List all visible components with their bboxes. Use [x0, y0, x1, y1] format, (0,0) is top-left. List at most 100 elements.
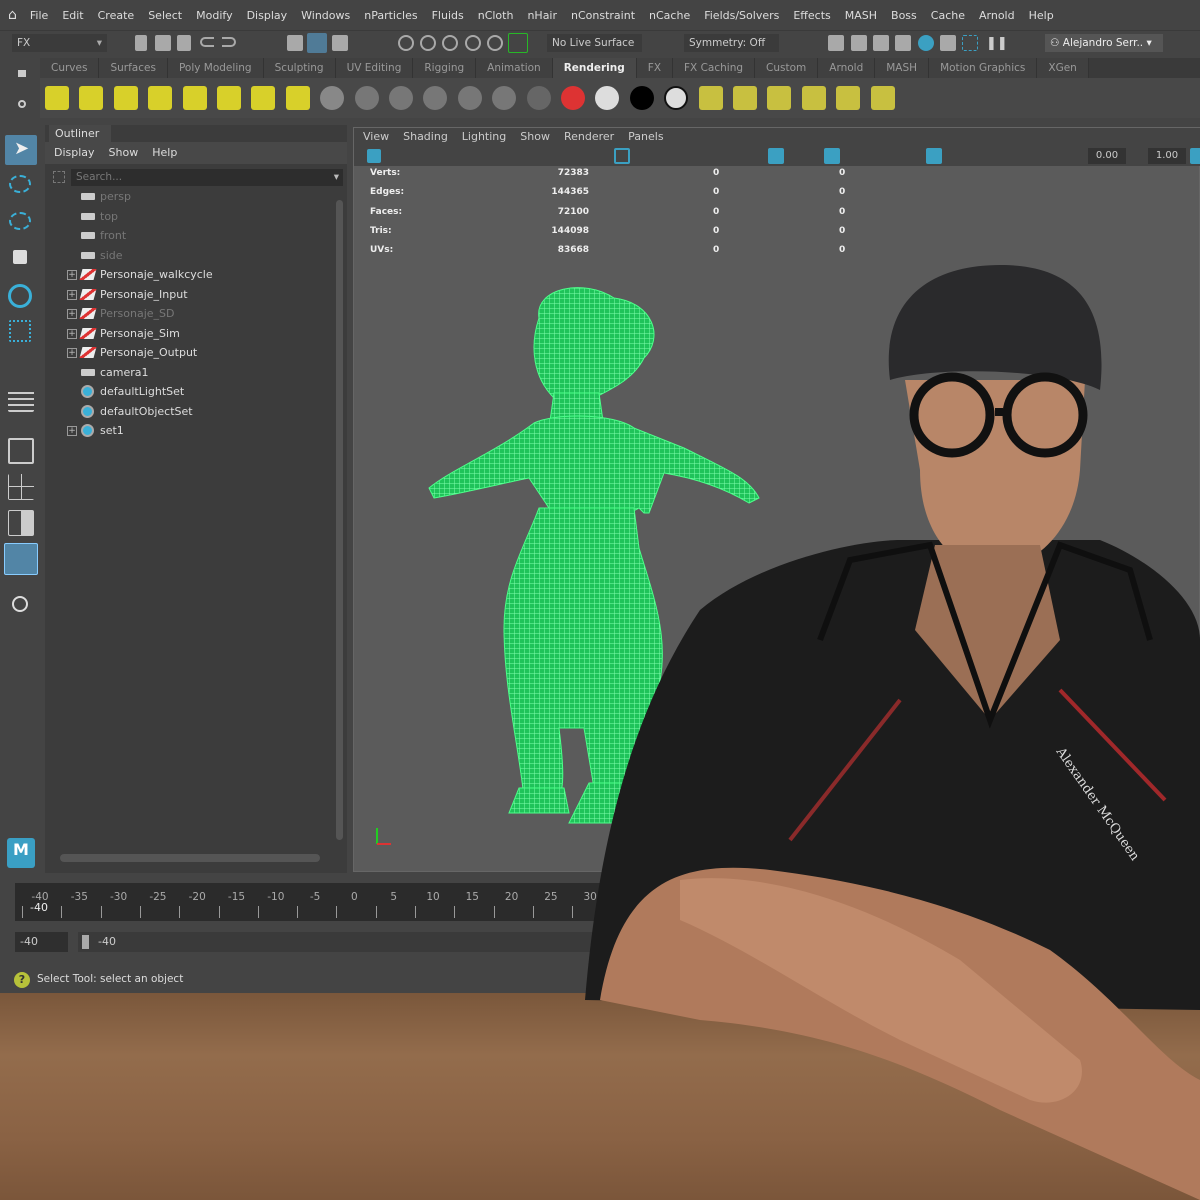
- snap-point-icon[interactable]: [442, 35, 458, 51]
- batch-render-icon[interactable]: [733, 86, 757, 110]
- four-view-icon[interactable]: [8, 474, 34, 500]
- outliner-tab[interactable]: Outliner: [49, 125, 111, 142]
- outliner-item[interactable]: side: [45, 246, 335, 265]
- shelf-tab-mash[interactable]: MASH: [875, 58, 930, 78]
- menu-cache[interactable]: Cache: [924, 9, 972, 22]
- expand-icon[interactable]: +: [67, 328, 77, 339]
- menu-windows[interactable]: Windows: [294, 9, 357, 22]
- blinn-sphere-icon[interactable]: [320, 86, 345, 110]
- start-frame-field[interactable]: -40: [15, 932, 68, 952]
- user-account-button[interactable]: ⚇ Alejandro Serr.. ▾: [1045, 34, 1163, 52]
- area-light-icon[interactable]: [182, 86, 207, 110]
- light-linking-icon[interactable]: [285, 86, 310, 110]
- last-tool-icon[interactable]: [8, 388, 34, 412]
- cancel-batch-icon[interactable]: [767, 86, 792, 110]
- outliner-item[interactable]: + Personaje_Output: [45, 343, 335, 362]
- new-scene-icon[interactable]: [135, 35, 147, 51]
- menu-fluids[interactable]: Fluids: [425, 9, 471, 22]
- menu-effects[interactable]: Effects: [786, 9, 837, 22]
- menu-ncloth[interactable]: nCloth: [471, 9, 521, 22]
- layered-shader-icon[interactable]: [492, 86, 517, 110]
- menu-display[interactable]: Display: [240, 9, 295, 22]
- menu-fieldssolvers[interactable]: Fields/Solvers: [697, 9, 786, 22]
- phong-sphere-icon[interactable]: [389, 86, 413, 110]
- shelf-menu-icon[interactable]: [18, 100, 26, 108]
- camera-aim-icon[interactable]: [251, 86, 276, 110]
- outlined-sphere-icon[interactable]: [664, 86, 689, 110]
- expand-icon[interactable]: +: [67, 289, 77, 300]
- shelf-tab-motion-graphics[interactable]: Motion Graphics: [929, 58, 1038, 78]
- outliner-menu-help[interactable]: Help: [152, 142, 177, 164]
- shelf-tab-uv-editing[interactable]: UV Editing: [335, 58, 414, 78]
- directional-light-icon[interactable]: [79, 86, 104, 110]
- shelf-tab-custom[interactable]: Custom: [755, 58, 819, 78]
- search-icon[interactable]: [12, 596, 28, 612]
- render-view-icon[interactable]: [918, 35, 934, 51]
- render-script-icon[interactable]: [836, 86, 861, 110]
- two-view-icon[interactable]: [8, 510, 34, 536]
- select-tool-icon[interactable]: ➤: [5, 135, 37, 165]
- range-bar[interactable]: -40: [78, 932, 620, 952]
- black-sphere-icon[interactable]: [629, 86, 654, 110]
- uv-checker-icon[interactable]: [561, 86, 585, 110]
- outliner-item[interactable]: front: [45, 226, 335, 245]
- lasso-tool-icon[interactable]: [9, 175, 31, 193]
- volume-light-icon[interactable]: [217, 86, 241, 110]
- chevron-down-icon[interactable]: ▾: [334, 169, 339, 186]
- scale-tool-icon[interactable]: [9, 320, 31, 342]
- outliner-search-input[interactable]: Search... ▾: [71, 169, 343, 186]
- outliner-item[interactable]: + Personaje_SD: [45, 304, 335, 323]
- move-tool-icon[interactable]: [13, 250, 27, 264]
- spot-light-icon[interactable]: [148, 86, 173, 110]
- outliner-item[interactable]: + set1: [45, 421, 335, 440]
- menu-edit[interactable]: Edit: [55, 9, 90, 22]
- outliner-layout-icon[interactable]: [4, 543, 38, 575]
- shelf-tab-arnold[interactable]: Arnold: [818, 58, 876, 78]
- ambient-light-icon[interactable]: [113, 86, 138, 110]
- light-editor-icon[interactable]: [962, 35, 978, 51]
- shelf-tab-fx-caching[interactable]: FX Caching: [673, 58, 756, 78]
- outliner-item[interactable]: camera1: [45, 363, 335, 382]
- render-frame-icon[interactable]: [828, 35, 844, 51]
- render-target-icon[interactable]: [870, 86, 895, 110]
- menu-file[interactable]: File: [23, 9, 55, 22]
- outliner-item[interactable]: top: [45, 207, 335, 226]
- shelf-tab-rigging[interactable]: Rigging: [413, 58, 477, 78]
- menu-set-dropdown[interactable]: FX ▾: [12, 34, 107, 52]
- anisotropic-sphere-icon[interactable]: [423, 86, 448, 110]
- redo-icon[interactable]: [222, 37, 236, 47]
- symmetry-dropdown[interactable]: Symmetry: Off: [684, 34, 779, 52]
- open-scene-icon[interactable]: [155, 35, 171, 51]
- select-component-icon[interactable]: [332, 35, 348, 51]
- snap-surface-icon[interactable]: [487, 35, 503, 51]
- menu-nparticles[interactable]: nParticles: [357, 9, 424, 22]
- filter-icon[interactable]: [53, 171, 65, 183]
- outliner-item[interactable]: + Personaje_walkcycle: [45, 265, 335, 284]
- menu-nconstraint[interactable]: nConstraint: [564, 9, 642, 22]
- single-view-icon[interactable]: [8, 438, 34, 464]
- live-surface-field[interactable]: No Live Surface: [547, 34, 642, 52]
- outliner-item[interactable]: + Personaje_Sim: [45, 324, 335, 343]
- snap-live-icon[interactable]: [508, 33, 528, 53]
- pause-icon[interactable]: ❚❚: [986, 36, 1008, 51]
- time-slider[interactable]: -40 -35 -30 -25 -20 -15 -10 -5 0 5 10 15 20 25 30 -40: [0, 877, 620, 927]
- vertical-scrollbar[interactable]: [336, 200, 343, 840]
- ramp-shader-icon[interactable]: [526, 86, 551, 110]
- select-hierarchy-icon[interactable]: [287, 35, 303, 51]
- snap-grid-icon[interactable]: [398, 35, 414, 51]
- undo-icon[interactable]: [200, 37, 214, 47]
- shelf-tab-poly-modeling[interactable]: Poly Modeling: [167, 58, 264, 78]
- menu-ncache[interactable]: nCache: [642, 9, 697, 22]
- select-object-icon[interactable]: [307, 33, 327, 53]
- paint-select-icon[interactable]: [9, 212, 31, 230]
- snap-curve-icon[interactable]: [420, 35, 436, 51]
- expand-icon[interactable]: +: [67, 348, 77, 358]
- shelf-tabs-icon[interactable]: [18, 70, 26, 77]
- expand-icon[interactable]: +: [67, 426, 77, 436]
- outliner-item[interactable]: defaultLightSet: [45, 382, 335, 401]
- render-sequence-icon[interactable]: [698, 86, 723, 110]
- rotate-tool-icon[interactable]: [8, 284, 32, 308]
- expand-icon[interactable]: +: [67, 270, 77, 280]
- snap-view-icon[interactable]: [465, 35, 481, 51]
- surface-shader-icon[interactable]: [457, 86, 482, 110]
